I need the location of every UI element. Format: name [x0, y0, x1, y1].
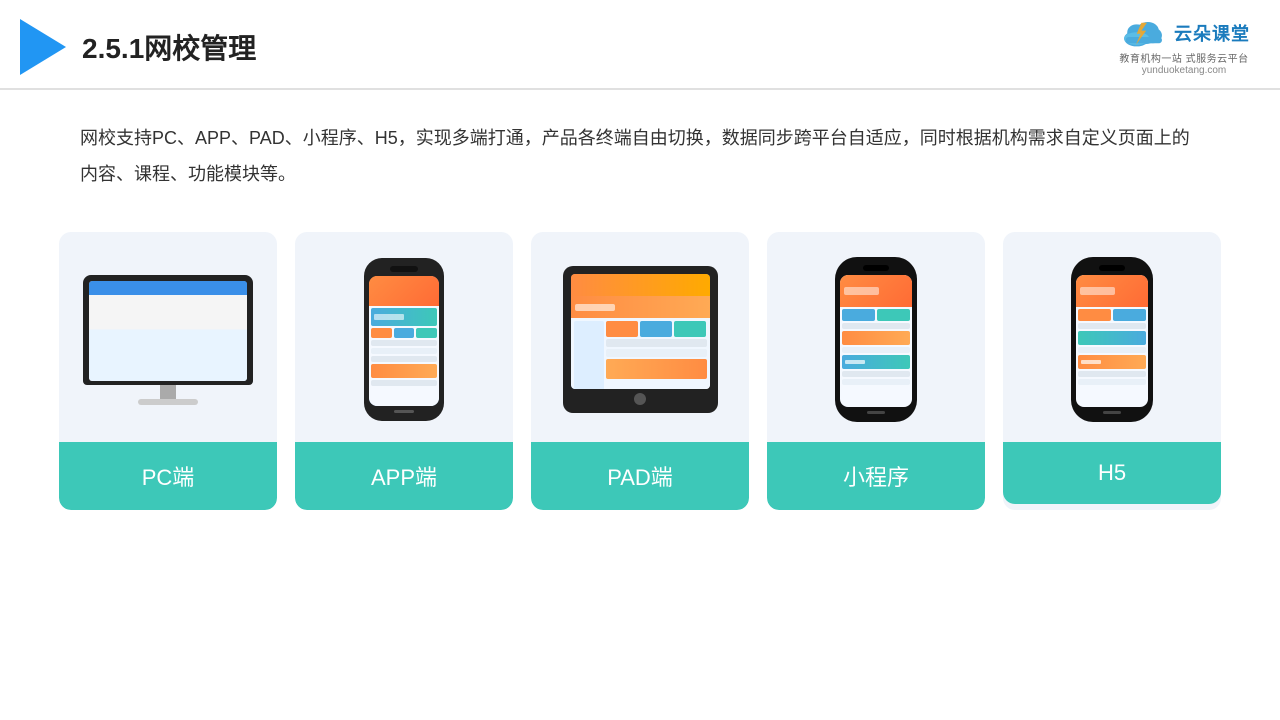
h5-phone-mockup — [1071, 257, 1153, 422]
pc-screen-inner — [89, 281, 247, 381]
pc-mockup — [83, 275, 253, 405]
page-header: 2.5.1网校管理 云朵课堂 教育机构一站 式服务云平台 yunduoketan… — [0, 0, 1280, 90]
phone-body — [364, 258, 444, 421]
logo-area: 云朵课堂 教育机构一站 式服务云平台 yunduoketang.com — [1118, 18, 1250, 76]
card-app-image — [295, 232, 513, 442]
card-miniprogram-label: 小程序 — [767, 442, 985, 510]
phone-mockup — [364, 258, 444, 421]
pc-screen-outer — [83, 275, 253, 385]
logo-text: 云朵课堂 — [1174, 20, 1250, 46]
h5-phone-body — [1071, 257, 1153, 422]
card-pc-image — [59, 232, 277, 442]
phone-screen — [369, 276, 439, 406]
card-pad-label: PAD端 — [531, 442, 749, 510]
phone-notch — [390, 266, 418, 272]
page-title: 2.5.1网校管理 — [82, 27, 256, 67]
logo-sub: 教育机构一站 式服务云平台 — [1119, 50, 1248, 65]
cloud-icon — [1118, 18, 1168, 48]
logo-cloud: 云朵课堂 — [1118, 18, 1250, 48]
card-pad-image — [531, 232, 749, 442]
pc-base — [138, 399, 198, 405]
phone-home-button — [394, 410, 414, 413]
h5-screen — [1076, 275, 1148, 407]
card-pc: PC端 — [59, 232, 277, 510]
description-text: 网校支持PC、APP、PAD、小程序、H5，实现多端打通，产品各终端自由切换，数… — [0, 90, 1280, 202]
card-pc-label: PC端 — [59, 442, 277, 510]
card-h5-label: H5 — [1003, 442, 1221, 504]
tablet-body — [563, 266, 718, 413]
card-h5: H5 — [1003, 232, 1221, 510]
card-miniprogram: 小程序 — [767, 232, 985, 510]
card-app-label: APP端 — [295, 442, 513, 510]
tablet-home-button — [634, 393, 646, 405]
card-app: APP端 — [295, 232, 513, 510]
card-miniprogram-image — [767, 232, 985, 442]
cards-container: PC端 — [0, 202, 1280, 530]
card-pad: PAD端 — [531, 232, 749, 510]
h5-home — [1103, 411, 1121, 414]
header-left: 2.5.1网校管理 — [20, 19, 256, 75]
phone-screen-content — [369, 306, 439, 406]
tablet-screen — [571, 274, 710, 389]
logo-url: yunduoketang.com — [1142, 65, 1227, 76]
miniprogram-phone-body — [835, 257, 917, 422]
h5-notch — [1099, 265, 1125, 271]
pc-stand — [160, 385, 176, 399]
miniprogram-screen — [840, 275, 912, 407]
miniprogram-phone-mockup — [835, 257, 917, 422]
card-h5-image — [1003, 232, 1221, 442]
play-icon — [20, 19, 66, 75]
tablet-mockup — [563, 266, 718, 413]
miniprogram-notch — [863, 265, 889, 271]
miniprogram-home — [867, 411, 885, 414]
